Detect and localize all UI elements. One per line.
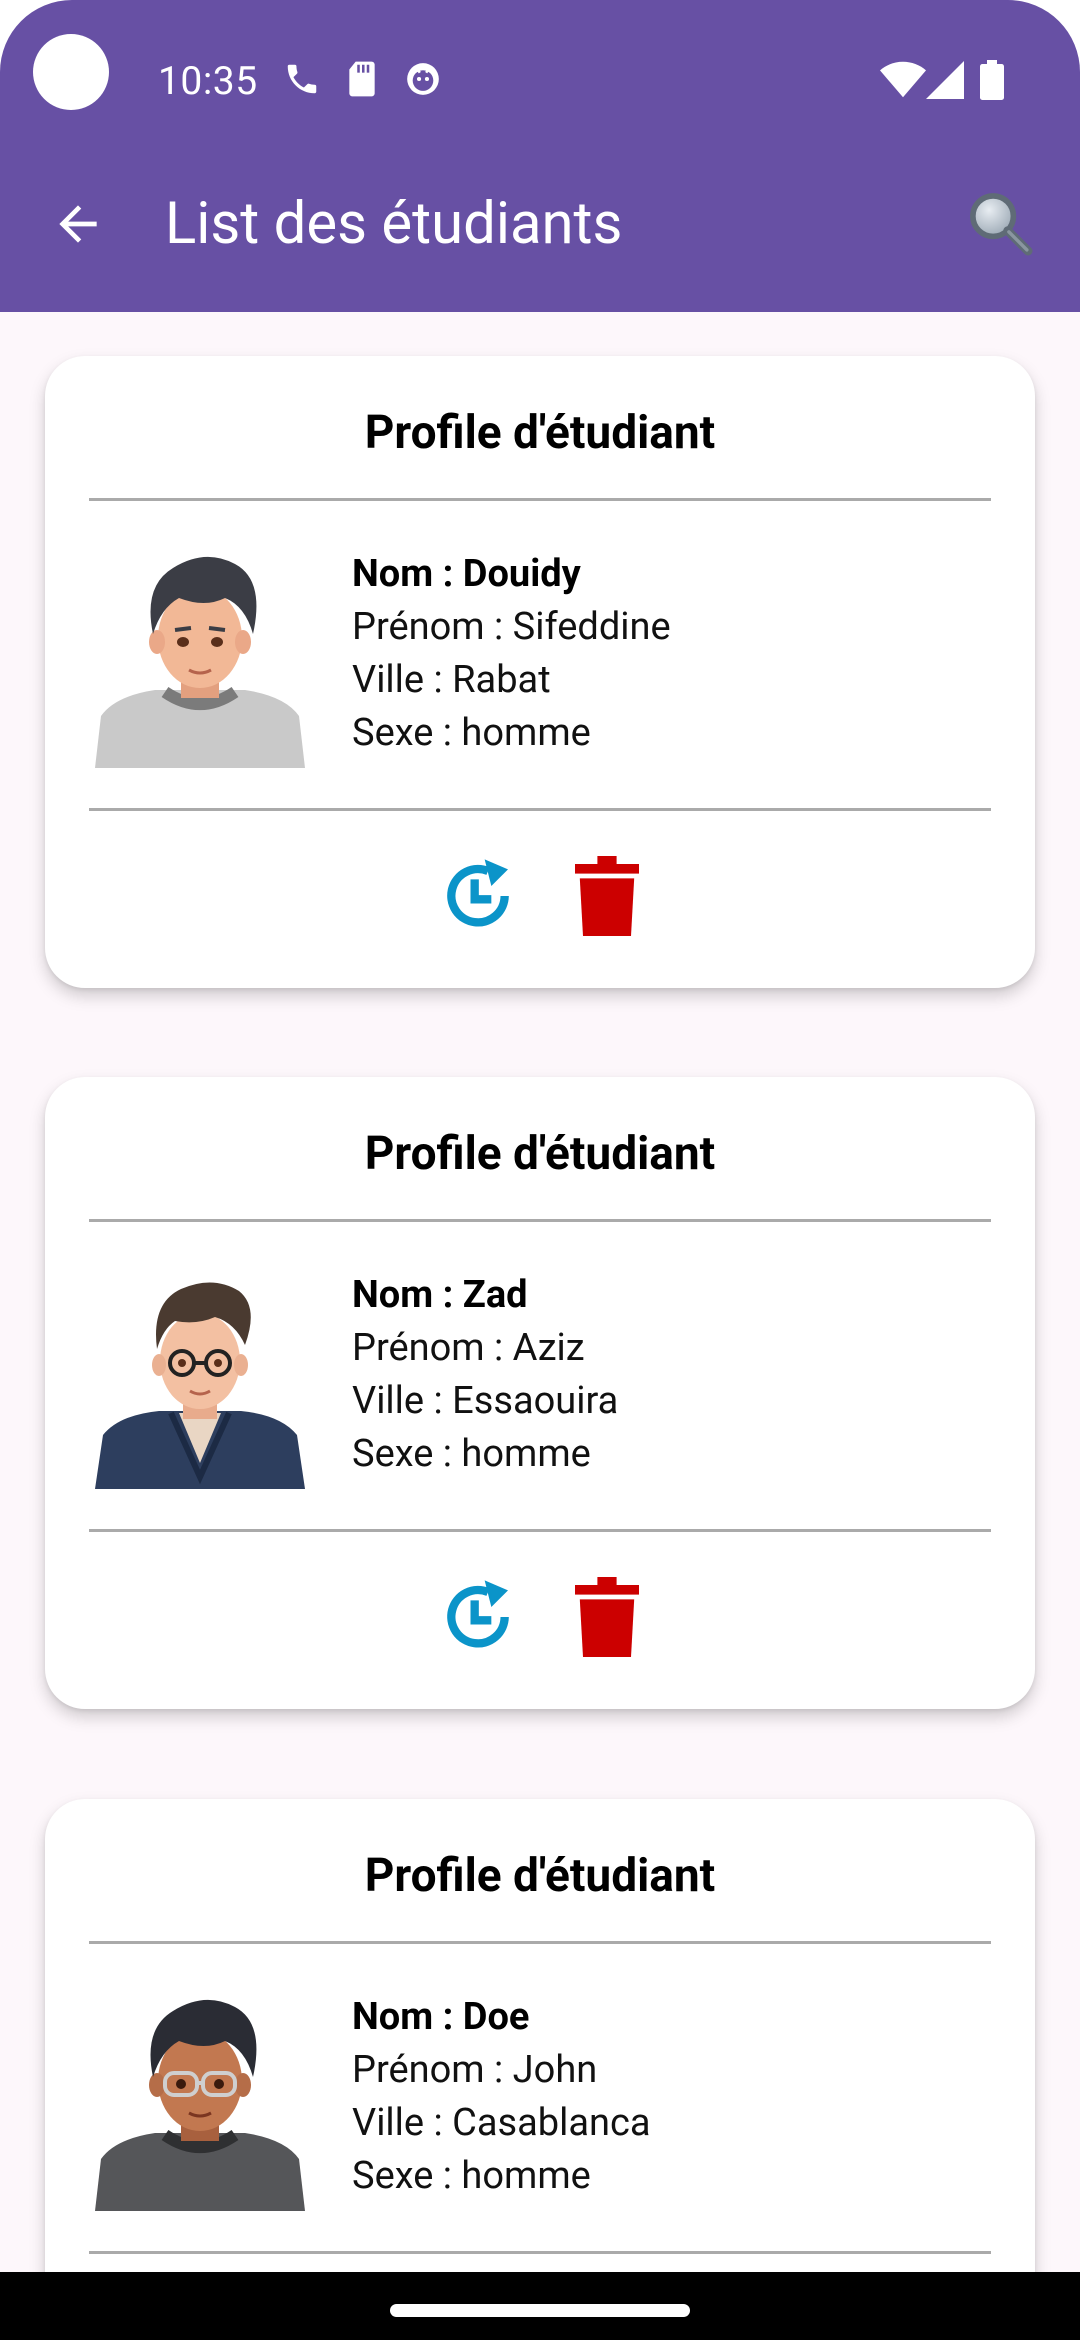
student-avatar: [95, 556, 305, 768]
card-title: Profile d'étudiant: [364, 406, 716, 460]
status-time: 10:35: [158, 58, 258, 104]
divider: [89, 2251, 991, 2254]
student-info: Nom : Douidy Prénom : Sifeddine Ville : …: [352, 548, 671, 760]
divider: [89, 1219, 991, 1222]
student-ville: Ville : Rabat: [352, 658, 551, 702]
divider: [89, 808, 991, 811]
search-icon[interactable]: [965, 188, 1037, 260]
student-prenom: Prénom : Sifeddine: [352, 605, 671, 649]
card-title: Profile d'étudiant: [364, 1127, 716, 1181]
divider: [89, 1529, 991, 1532]
divider: [89, 498, 991, 501]
student-nom: Nom : Douidy: [352, 552, 581, 596]
student-info: Nom : Zad Prénom : Aziz Ville : Essaouir…: [352, 1269, 618, 1481]
delete-icon[interactable]: [575, 1577, 639, 1657]
home-gesture-handle[interactable]: [390, 2304, 690, 2317]
student-ville: Ville : Essaouira: [352, 1379, 619, 1423]
card-actions: [45, 856, 1035, 946]
student-info: Nom : Doe Prénom : John Ville : Casablan…: [352, 1991, 651, 2203]
student-ville: Ville : Casablanca: [352, 2101, 651, 2145]
card-actions: [45, 1577, 1035, 1667]
student-prenom: Prénom : John: [352, 2048, 598, 2092]
student-nom: Nom : Doe: [352, 1995, 530, 2039]
update-icon[interactable]: [438, 1577, 518, 1657]
status-bar: 10:35: [0, 0, 1080, 160]
student-card: Profile d'étudiant Nom : Doe Prénom : Jo…: [45, 1799, 1035, 2272]
student-sexe: Sexe : homme: [352, 1432, 591, 1476]
phone-icon: [287, 64, 317, 94]
wifi-icon: [880, 61, 926, 98]
update-icon[interactable]: [438, 856, 518, 936]
student-nom: Nom : Zad: [352, 1273, 528, 1317]
sd-card-icon: [349, 61, 375, 97]
camera-cutout: [33, 34, 109, 110]
student-prenom: Prénom : Aziz: [352, 1326, 585, 1370]
card-title: Profile d'étudiant: [364, 1849, 716, 1903]
student-avatar: [95, 1282, 305, 1489]
divider: [89, 1941, 991, 1944]
student-sexe: Sexe : homme: [352, 2154, 591, 2198]
app-screen: 10:35 List des étudiants Profile d'étudi…: [0, 0, 1080, 2340]
student-list[interactable]: Profile d'étudiant Nom : Douidy Prénom :…: [0, 312, 1080, 2272]
student-card: Profile d'étudiant Nom : Douidy Prénom :…: [45, 356, 1035, 988]
signal-icon: [926, 61, 964, 99]
student-sexe: Sexe : homme: [352, 711, 591, 755]
student-avatar: [95, 1999, 305, 2211]
student-card: Profile d'étudiant Nom : Zad Prénom: Az…: [45, 1077, 1035, 1709]
battery-icon: [980, 60, 1004, 100]
arrow-back-icon[interactable]: [50, 196, 106, 252]
page-title: List des étudiants: [165, 190, 623, 258]
delete-icon[interactable]: [575, 856, 639, 936]
debug-icon: [407, 63, 439, 95]
app-bar: 10:35 List des étudiants: [0, 0, 1080, 312]
